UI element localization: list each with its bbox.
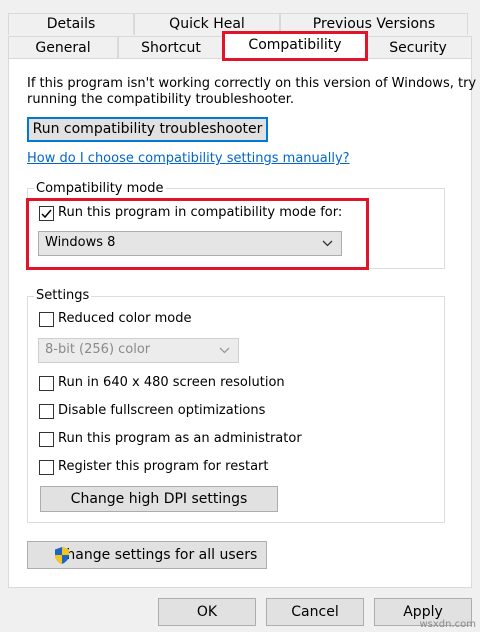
run-as-admin-label: Run this program as an administrator <box>58 431 302 446</box>
apply-label: Apply <box>403 604 443 620</box>
change-all-users-label: Change settings for all users <box>56 547 258 563</box>
os-select[interactable]: Windows 8 <box>38 231 342 256</box>
compatibility-mode-group <box>27 188 445 269</box>
help-link[interactable]: How do I choose compatibility settings m… <box>27 151 350 166</box>
cancel-button[interactable]: Cancel <box>266 598 364 626</box>
tab-compatibility-label: Compatibility <box>248 37 342 53</box>
reduced-color-label: Reduced color mode <box>58 311 192 326</box>
change-all-users-button[interactable]: Change settings for all users <box>27 541 267 569</box>
intro-text-line-2: running the compatibility troubleshooter… <box>27 92 294 107</box>
uac-shield-icon <box>53 546 71 574</box>
register-restart-label: Register this program for restart <box>58 459 269 474</box>
color-depth-value: 8-bit (256) color <box>45 342 151 357</box>
watermark: wsxdn.com <box>419 619 476 630</box>
tab-previous-versions-label: Previous Versions <box>312 16 436 32</box>
compatibility-mode-legend: Compatibility mode <box>34 181 166 197</box>
ok-label: OK <box>196 604 218 620</box>
tab-general-label: General <box>35 40 91 56</box>
run-troubleshooter-button[interactable]: Run compatibility troubleshooter <box>27 117 268 142</box>
tab-previous-versions[interactable]: Previous Versions <box>280 13 468 35</box>
reduced-color-checkbox[interactable] <box>39 312 54 327</box>
chevron-down-icon <box>322 232 333 255</box>
ok-button[interactable]: OK <box>158 598 256 626</box>
tab-general[interactable]: General <box>8 36 118 60</box>
disable-fullscreen-label: Disable fullscreen optimizations <box>58 403 266 418</box>
tab-compatibility[interactable]: Compatibility <box>224 33 366 60</box>
tab-security-label: Security <box>389 40 447 56</box>
color-depth-select[interactable]: 8-bit (256) color <box>38 338 239 363</box>
resolution-640-label: Run in 640 x 480 screen resolution <box>58 375 285 390</box>
tab-details-label: Details <box>46 16 96 32</box>
change-dpi-button[interactable]: Change high DPI settings <box>40 486 278 512</box>
settings-legend: Settings <box>34 288 92 304</box>
change-dpi-label: Change high DPI settings <box>70 491 248 507</box>
tab-shortcut-label: Shortcut <box>141 40 201 56</box>
disable-fullscreen-checkbox[interactable] <box>39 404 54 419</box>
cancel-label: Cancel <box>291 604 339 620</box>
compatibility-mode-label: Run this program in compatibility mode f… <box>58 205 343 220</box>
tab-quick-heal[interactable]: Quick Heal <box>134 13 280 35</box>
register-restart-checkbox[interactable] <box>39 460 54 475</box>
run-as-admin-checkbox[interactable] <box>39 432 54 447</box>
chevron-down-icon <box>219 339 230 362</box>
tab-security[interactable]: Security <box>364 36 472 60</box>
os-select-value: Windows 8 <box>45 235 116 250</box>
checkmark-icon <box>41 209 52 219</box>
intro-text-line-1: If this program isn't working correctly … <box>27 76 477 91</box>
tab-shortcut[interactable]: Shortcut <box>118 36 224 60</box>
resolution-640-checkbox[interactable] <box>39 376 54 391</box>
tab-quick-heal-label: Quick Heal <box>169 16 245 32</box>
compatibility-mode-checkbox[interactable] <box>39 206 54 221</box>
tab-details[interactable]: Details <box>8 13 134 35</box>
run-troubleshooter-label: Run compatibility troubleshooter <box>32 121 263 137</box>
